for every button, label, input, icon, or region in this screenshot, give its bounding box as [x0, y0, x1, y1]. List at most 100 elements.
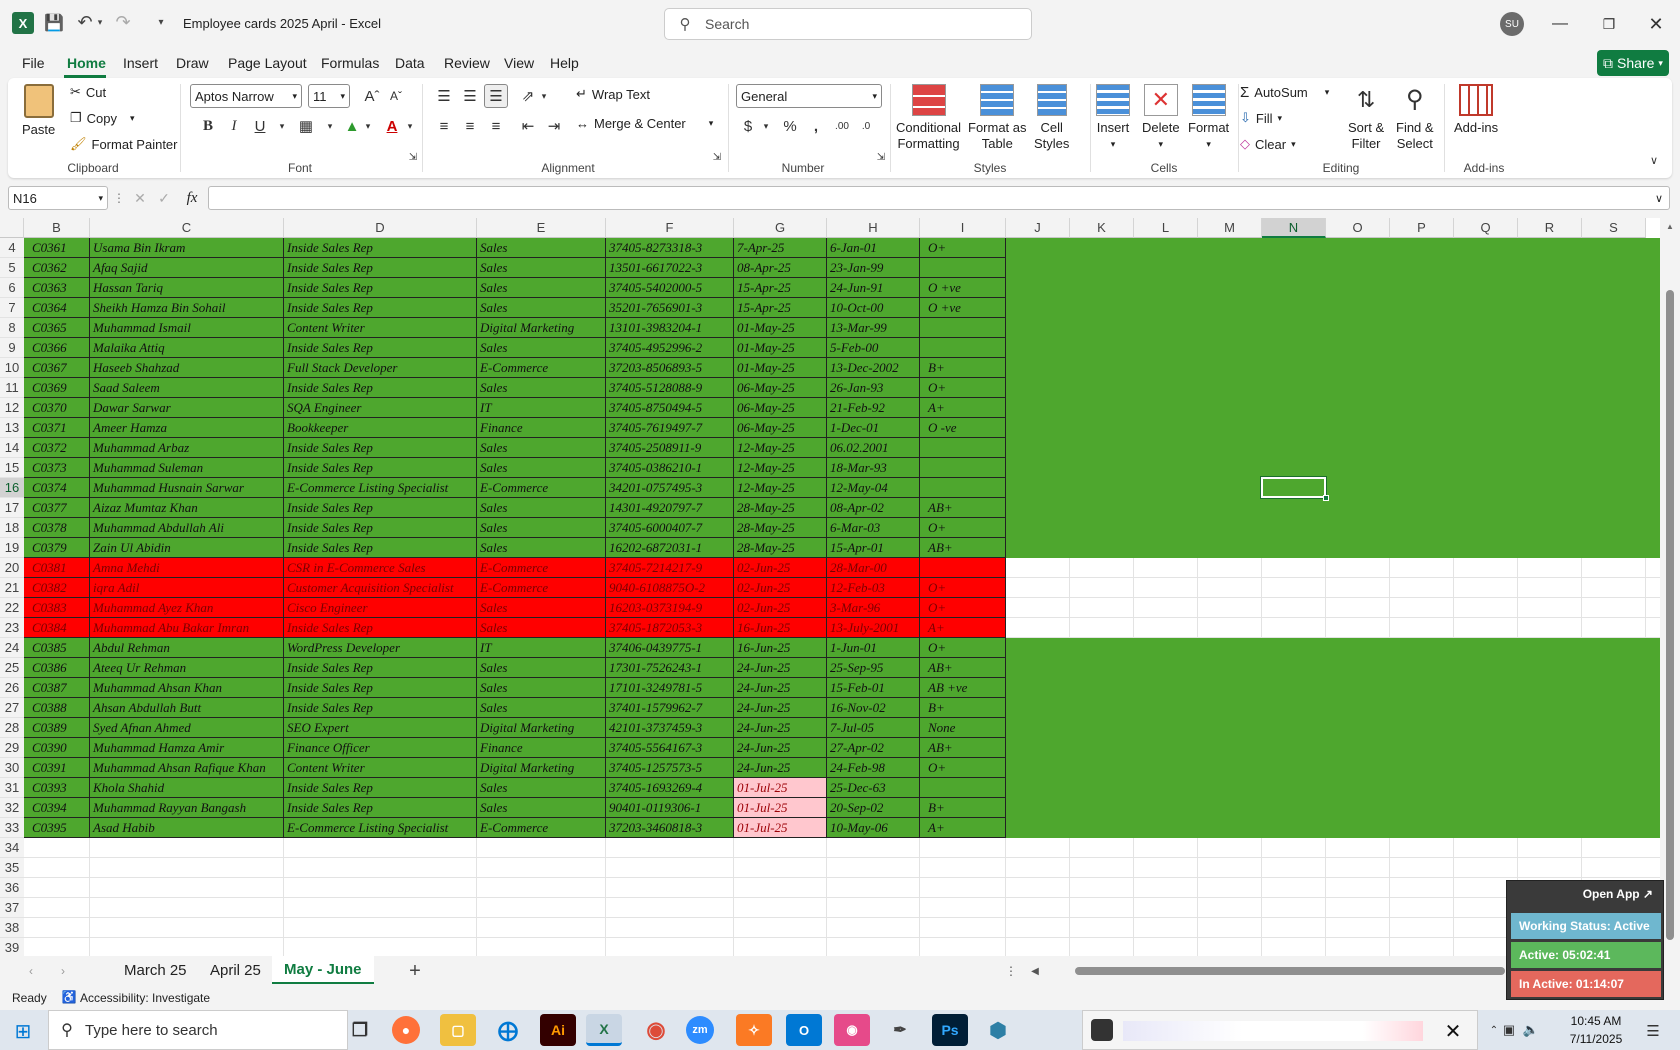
cell-dob[interactable]: 10-May-06	[827, 818, 920, 838]
vscode-icon[interactable]: ⨁	[490, 1014, 526, 1046]
fill-button[interactable]: ⇩ Fill ▾	[1240, 110, 1282, 126]
cell-role[interactable]: Inside Sales Rep	[284, 618, 477, 638]
column-header-p[interactable]: P	[1390, 218, 1454, 238]
delete-cells-button[interactable]: ✕ Delete ▾	[1142, 84, 1180, 152]
add-ins-button[interactable]: Add-ins	[1454, 84, 1498, 136]
cell-blood[interactable]: O -ve	[920, 418, 1006, 438]
cell-dept[interactable]: Sales	[477, 598, 606, 618]
column-header-i[interactable]: I	[920, 218, 1006, 238]
redo-icon[interactable]: ↷	[112, 11, 134, 33]
align-bottom-icon[interactable]: ☰	[484, 84, 508, 108]
cell-name[interactable]: iqra Adil	[90, 578, 284, 598]
row-header[interactable]: 13	[0, 418, 24, 438]
cell-dept[interactable]: Digital Marketing	[477, 758, 606, 778]
cell-join[interactable]: 16-Jun-25	[734, 638, 827, 658]
cell-dept[interactable]: E-Commerce	[477, 358, 606, 378]
cell-dept[interactable]: Sales	[477, 498, 606, 518]
cell-cnic[interactable]: 37401-1579962-7	[606, 698, 734, 718]
cell-name[interactable]: Usama Bin Ikram	[90, 238, 284, 258]
row-fill[interactable]	[1006, 718, 1660, 738]
cell-name[interactable]: Muhammad Ayez Khan	[90, 598, 284, 618]
cell-role[interactable]: Inside Sales Rep	[284, 338, 477, 358]
cell-blood[interactable]: A+	[920, 398, 1006, 418]
close-button[interactable]: ✕	[1644, 12, 1668, 36]
cell-name[interactable]: Muhammad Hamza Amir	[90, 738, 284, 758]
tab-data[interactable]: Data	[395, 55, 425, 71]
cell-cnic[interactable]: 13501-6617022-3	[606, 258, 734, 278]
align-middle-icon[interactable]: ☰	[458, 84, 482, 108]
cell-cnic[interactable]: 42101-3737459-3	[606, 718, 734, 738]
cell-join[interactable]: 06-May-25	[734, 418, 827, 438]
empty-row[interactable]	[24, 838, 1660, 858]
cell-name[interactable]: Khola Shahid	[90, 778, 284, 798]
row-fill[interactable]	[1006, 278, 1660, 298]
cell-blood[interactable]: O+	[920, 238, 1006, 258]
cell-id[interactable]: C0363	[24, 278, 90, 298]
column-header-e[interactable]: E	[477, 218, 606, 238]
cell-dept[interactable]: Sales	[477, 778, 606, 798]
row-header[interactable]: 34	[0, 838, 24, 858]
cell-name[interactable]: Muhammad Abu Bakar Imran	[90, 618, 284, 638]
chevron-down-icon[interactable]: ▾	[398, 114, 422, 138]
cell-blood[interactable]: AB+	[920, 738, 1006, 758]
cell-id[interactable]: C0371	[24, 418, 90, 438]
cell-name[interactable]: Afaq Sajid	[90, 258, 284, 278]
cell-name[interactable]: Dawar Sarwar	[90, 398, 284, 418]
column-header-k[interactable]: K	[1070, 218, 1134, 238]
cell-join[interactable]: 24-Jun-25	[734, 758, 827, 778]
row-header[interactable]: 15	[0, 458, 24, 478]
format-cells-button[interactable]: Format ▾	[1188, 84, 1229, 152]
increase-font-icon[interactable]: Aˆ	[360, 84, 384, 108]
cell-role[interactable]: WordPress Developer	[284, 638, 477, 658]
tab-file[interactable]: File	[22, 55, 45, 71]
sheet-tab-may-june[interactable]: May - June	[272, 956, 374, 984]
row-header[interactable]: 22	[0, 598, 24, 618]
cell-join[interactable]: 24-Jun-25	[734, 658, 827, 678]
row-header[interactable]: 36	[0, 878, 24, 898]
column-header-c[interactable]: C	[90, 218, 284, 238]
row-header[interactable]: 26	[0, 678, 24, 698]
row-fill[interactable]	[1006, 398, 1660, 418]
cell-join[interactable]: 06-May-25	[734, 398, 827, 418]
cell-join[interactable]: 7-Apr-25	[734, 238, 827, 258]
cell-blood[interactable]	[920, 338, 1006, 358]
cell-dob[interactable]: 6-Mar-03	[827, 518, 920, 538]
enter-icon[interactable]: ✓	[154, 190, 174, 206]
row-fill[interactable]	[1006, 758, 1660, 778]
file-explorer-icon[interactable]: ▢	[440, 1014, 476, 1046]
dialog-launcher-icon[interactable]: ⇲	[406, 150, 420, 164]
cell-join[interactable]: 28-May-25	[734, 518, 827, 538]
task-view-icon[interactable]: ❐	[342, 1014, 378, 1046]
cell-id[interactable]: C0366	[24, 338, 90, 358]
row-fill[interactable]	[1006, 698, 1660, 718]
clear-button[interactable]: ◇ Clear ▾	[1240, 136, 1296, 152]
prev-sheet-icon[interactable]: ‹	[22, 962, 40, 980]
chevron-down-icon[interactable]: ▾	[270, 114, 294, 138]
empty-row[interactable]	[24, 858, 1660, 878]
row-header[interactable]: 18	[0, 518, 24, 538]
cell-name[interactable]: Abdul Rehman	[90, 638, 284, 658]
column-header-n[interactable]: N	[1262, 218, 1326, 238]
restore-button[interactable]: ❐	[1597, 12, 1621, 36]
cell-id[interactable]: C0377	[24, 498, 90, 518]
row-header[interactable]: 33	[0, 818, 24, 838]
collapse-ribbon-icon[interactable]: ∨	[1642, 148, 1666, 172]
cell-name[interactable]: Sheikh Hamza Bin Sohail	[90, 298, 284, 318]
row-fill[interactable]	[1006, 338, 1660, 358]
row-header[interactable]: 10	[0, 358, 24, 378]
cell-blood[interactable]: O +ve	[920, 278, 1006, 298]
cell-blood[interactable]	[920, 458, 1006, 478]
scroll-left-icon[interactable]: ◀	[1028, 962, 1042, 980]
select-all-corner[interactable]	[0, 218, 24, 238]
cell-dept[interactable]: Sales	[477, 238, 606, 258]
cell-dept[interactable]: E-Commerce	[477, 478, 606, 498]
row-fill[interactable]	[1006, 298, 1660, 318]
cell-dept[interactable]: Finance	[477, 738, 606, 758]
column-header-j[interactable]: J	[1006, 218, 1070, 238]
cell-id[interactable]: C0365	[24, 318, 90, 338]
cell-dob[interactable]: 13-Mar-99	[827, 318, 920, 338]
cell-dept[interactable]: Sales	[477, 338, 606, 358]
cell-join[interactable]: 01-Jul-25	[734, 818, 827, 838]
cell-dob[interactable]: 16-Nov-02	[827, 698, 920, 718]
cell-blood[interactable]: O +ve	[920, 298, 1006, 318]
